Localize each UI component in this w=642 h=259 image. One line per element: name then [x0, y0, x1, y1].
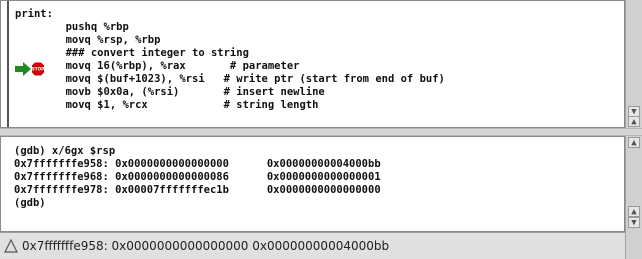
- source-line: ### convert integer to string: [15, 47, 249, 59]
- console-line: 0x7fffffffe978: 0x00007fffffffec1b 0x000…: [14, 184, 381, 196]
- source-line: print:: [15, 8, 53, 20]
- current-line-arrow-icon: [15, 62, 31, 76]
- scroll-down-icon[interactable]: ▼: [628, 217, 640, 228]
- source-scrollbar[interactable]: ▼ ▲: [625, 0, 642, 128]
- warning-triangle-icon: [4, 239, 18, 253]
- console-prompt[interactable]: (gdb): [14, 197, 381, 210]
- source-pane: print: pushq %rbp movq %rsp, %rbp ### co…: [0, 0, 625, 128]
- scroll-up-icon[interactable]: ▲: [628, 137, 640, 148]
- console-line: 0x7fffffffe968: 0x0000000000000086 0x000…: [14, 171, 381, 183]
- stop-sign-icon: STOP: [32, 62, 45, 76]
- source-code: print: pushq %rbp movq %rsp, %rbp ### co…: [15, 8, 445, 112]
- source-line: pushq %rbp: [15, 21, 129, 33]
- console-output: (gdb) x/6gx $rsp 0x7fffffffe958: 0x000000…: [14, 145, 381, 210]
- status-bar: 0x7fffffffe958: 0x0000000000000000 0x000…: [0, 232, 642, 259]
- source-line: movq $(buf+1023), %rsi # write ptr (star…: [15, 73, 445, 85]
- console-pane[interactable]: (gdb) x/6gx $rsp 0x7fffffffe958: 0x000000…: [0, 136, 625, 232]
- console-line: 0x7fffffffe958: 0x0000000000000000 0x000…: [14, 158, 381, 170]
- source-line: movq $1, %rcx # string length: [15, 99, 319, 111]
- source-gutter-line: [7, 1, 9, 127]
- status-text: 0x7fffffffe958: 0x0000000000000000 0x000…: [22, 239, 390, 253]
- resize-grip[interactable]: [625, 232, 642, 259]
- scroll-up-icon[interactable]: ▲: [628, 116, 640, 127]
- stop-sign-label: STOP: [32, 67, 45, 72]
- scroll-up-icon[interactable]: ▲: [628, 206, 640, 217]
- source-line-current: movq 16(%rbp), %rax # parameter: [15, 60, 300, 72]
- console-line: (gdb) x/6gx $rsp: [14, 145, 116, 157]
- console-scrollbar[interactable]: ▲ ▲ ▼: [625, 136, 642, 232]
- source-line: movb $0x0a, (%rsi) # insert newline: [15, 86, 325, 98]
- source-line: movq %rsp, %rbp: [15, 34, 161, 46]
- pane-splitter[interactable]: [0, 128, 642, 136]
- breakpoint-marker[interactable]: STOP: [15, 61, 47, 77]
